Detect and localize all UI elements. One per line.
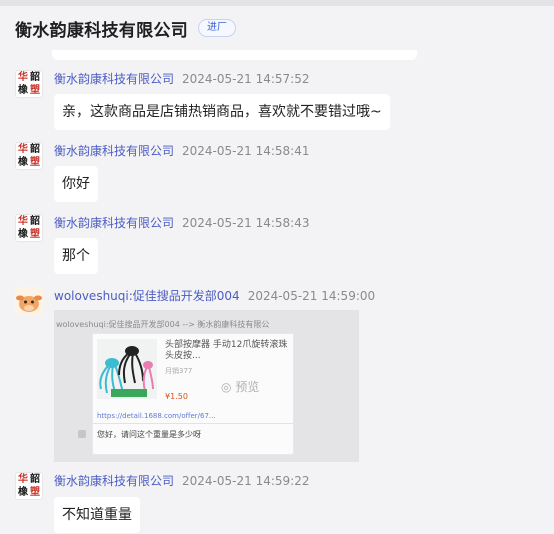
avatar-char: 华 <box>18 143 28 155</box>
preview-label: 预览 <box>235 380 260 394</box>
avatar-char: 华 <box>18 71 28 83</box>
message-bubble[interactable]: 亲，这款商品是店铺热销商品，喜欢就不要错过哦~ <box>54 94 390 130</box>
avatar-char: 韶 <box>30 473 40 485</box>
product-thumbnail <box>97 339 157 399</box>
sender-name[interactable]: woloveshuqi:促佳搜品开发部004 <box>54 289 240 303</box>
product-title: 头部按摩器 手动12爪旋转滚珠头皮按... <box>165 340 288 361</box>
sender-name[interactable]: 衡水韵康科技有限公司 <box>54 474 174 488</box>
message-time: 2024-05-21 14:58:41 <box>182 144 310 158</box>
message-meta: 衡水韵康科技有限公司 2024-05-21 14:57:52 <box>54 70 309 87</box>
avatar-char: 塑 <box>30 228 40 240</box>
avatar-char: 橡 <box>18 486 28 498</box>
scalp-massager-icon <box>99 346 154 397</box>
shop-avatar[interactable]: 华 韶 橡 塑 <box>15 472 43 500</box>
message-time: 2024-05-21 14:59:22 <box>182 474 310 488</box>
avatar-char: 华 <box>18 473 28 485</box>
avatar-char: 橡 <box>18 84 28 96</box>
avatar-char: 橡 <box>18 156 28 168</box>
product-card: 头部按摩器 手动12爪旋转滚珠头皮按... 月销377 ◎ 预览 ¥1.50 h… <box>92 333 294 455</box>
screenshot-image[interactable]: woloveshuqi:促佳搜品开发部004 --> 衡水韵康科技有限公 头部按… <box>54 310 359 462</box>
shop-avatar[interactable]: 华 韶 橡 塑 <box>15 214 43 242</box>
screenshot-header: woloveshuqi:促佳搜品开发部004 --> 衡水韵康科技有限公 <box>56 320 270 329</box>
message-time: 2024-05-21 14:57:52 <box>182 72 310 86</box>
square-icon <box>78 430 86 438</box>
product-link: https://detail.1688.com/offer/67... <box>97 412 216 420</box>
user-avatar[interactable] <box>15 287 43 315</box>
avatar-char: 塑 <box>30 156 40 168</box>
avatar-char: 塑 <box>30 486 40 498</box>
product-sales: 月销377 <box>165 367 193 375</box>
message-meta: 衡水韵康科技有限公司 2024-05-21 14:58:43 <box>54 214 309 231</box>
chat-title: 衡水韵康科技有限公司 <box>15 20 188 41</box>
avatar-char: 华 <box>18 215 28 227</box>
message-bubble[interactable]: 你好 <box>54 166 98 202</box>
message-meta: 衡水韵康科技有限公司 2024-05-21 14:58:41 <box>54 142 309 159</box>
message-bubble[interactable]: 那个 <box>54 238 98 274</box>
shop-avatar[interactable]: 华 韶 橡 塑 <box>15 70 43 98</box>
screenshot-question: 您好，请问这个重量是多少呀 <box>97 430 201 439</box>
avatar-char: 韶 <box>30 143 40 155</box>
preview-overlay[interactable]: ◎ 预览 <box>221 378 259 395</box>
message-time: 2024-05-21 14:59:00 <box>247 289 376 303</box>
message-bubble[interactable]: 不知道重量 <box>54 497 140 533</box>
message-time: 2024-05-21 14:58:43 <box>182 216 310 230</box>
eye-icon: ◎ <box>221 380 232 394</box>
avatar-char: 塑 <box>30 84 40 96</box>
chat-header: 衡水韵康科技有限公司 进厂 <box>0 6 554 50</box>
sender-name[interactable]: 衡水韵康科技有限公司 <box>54 72 174 86</box>
previous-message-bubble <box>52 50 417 60</box>
message-meta: 衡水韵康科技有限公司 2024-05-21 14:59:22 <box>54 472 309 489</box>
enter-shop-badge[interactable]: 进厂 <box>198 19 236 37</box>
message-meta: woloveshuqi:促佳搜品开发部004 2024-05-21 14:59:0… <box>54 287 375 304</box>
divider <box>93 423 293 424</box>
shop-avatar[interactable]: 华 韶 橡 塑 <box>15 142 43 170</box>
cow-avatar-icon <box>15 287 43 315</box>
avatar-char: 橡 <box>18 228 28 240</box>
sender-name[interactable]: 衡水韵康科技有限公司 <box>54 216 174 230</box>
avatar-char: 韶 <box>30 215 40 227</box>
product-price: ¥1.50 <box>165 392 188 401</box>
sender-name[interactable]: 衡水韵康科技有限公司 <box>54 144 174 158</box>
avatar-char: 韶 <box>30 71 40 83</box>
